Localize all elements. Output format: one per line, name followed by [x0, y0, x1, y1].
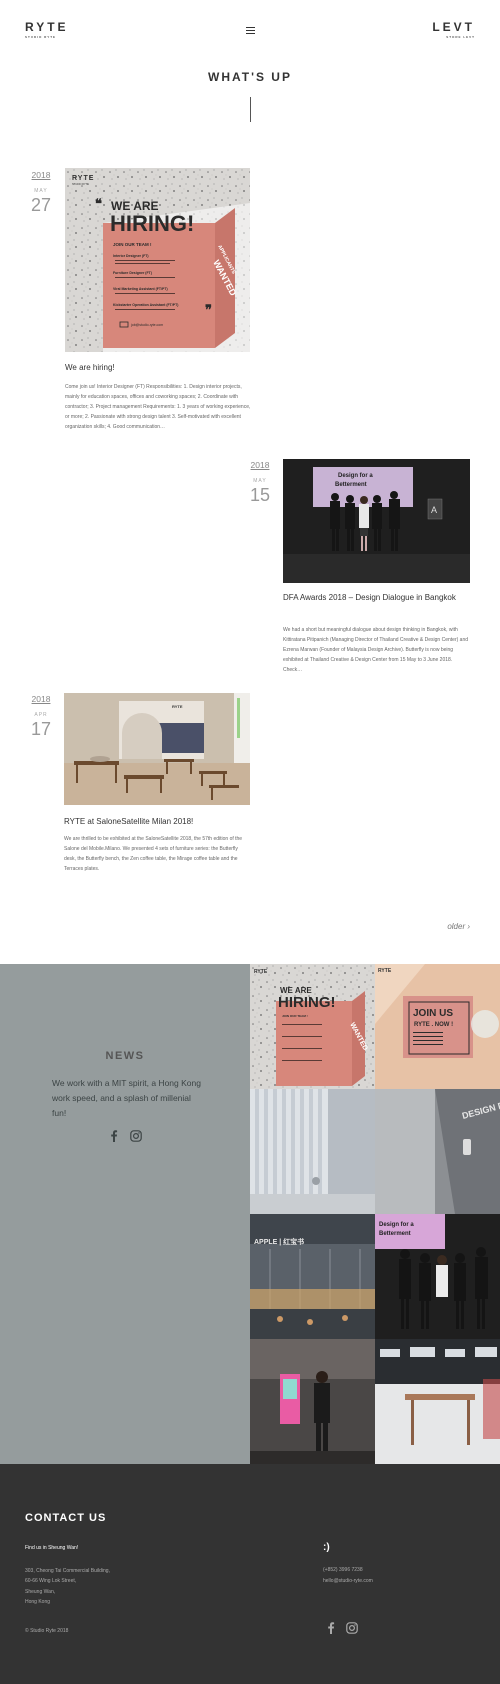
- address-line: 303, Cheong Tai Commercial Building,: [25, 1568, 110, 1574]
- svg-text:❞: ❞: [205, 302, 212, 317]
- grid-hiring-team: JOIN OUR TEAM !: [282, 1014, 308, 1018]
- grid-dfa-screen-1: Design for a: [379, 1222, 414, 1228]
- post-date: 2018 APR 17: [27, 694, 55, 740]
- svg-text:❝: ❝: [95, 196, 102, 211]
- section-title: WHAT'S UP: [208, 70, 292, 84]
- post-month: MAY: [253, 478, 267, 484]
- hiring-email: job@studio-ryte.com: [130, 323, 163, 327]
- post-day: 15: [249, 485, 271, 505]
- copyright-text: © Studio Ryte 2018: [25, 1628, 69, 1634]
- post-image-dfa-awards[interactable]: Design for a Betterment A: [283, 459, 470, 583]
- older-posts-link[interactable]: older ›: [447, 922, 470, 931]
- post-image-hiring[interactable]: RYTE STUDIO RYTE ❝ WE ARE HIRING! JOIN O…: [65, 168, 250, 352]
- post-month: MAY: [34, 188, 48, 194]
- post-year-link[interactable]: 2018: [246, 460, 274, 470]
- post-year-link[interactable]: 2018: [27, 170, 55, 180]
- post-date: 2018 MAY 15: [246, 460, 274, 506]
- instagram-grid: RYTE WE ARE HIRING! JOIN OUR TEAM ! WANT…: [250, 964, 500, 1464]
- news-panel: [0, 964, 250, 1464]
- facebook-icon[interactable]: [110, 1130, 118, 1145]
- grid-join-1: JOIN US: [413, 1008, 453, 1019]
- grid-tile-apple-store[interactable]: APPLE | 红宝书: [250, 1214, 375, 1339]
- post-year-link[interactable]: 2018: [27, 694, 55, 704]
- levt-logo[interactable]: LEVT STORE LEVT: [432, 20, 475, 39]
- ryte-logo[interactable]: RYTE STUDIO RYTE: [25, 20, 69, 39]
- facebook-icon[interactable]: [327, 1622, 335, 1637]
- post-excerpt: Come join us! Interior Designer (FT) Res…: [65, 384, 251, 430]
- levt-logo-text: LEVT: [432, 20, 475, 34]
- grid-tile-design-domain[interactable]: DESIGN DOMAIN: [375, 1089, 500, 1214]
- phone-number[interactable]: (+852) 3996 7238: [323, 1567, 363, 1573]
- post-title[interactable]: RYTE at SaloneSatellite Milan 2018!: [64, 815, 250, 828]
- grid-tile-glass[interactable]: [250, 1089, 375, 1214]
- address-line: Sheung Wan,: [25, 1589, 56, 1595]
- email-link[interactable]: hello@studio-ryte.com: [323, 1578, 373, 1584]
- grid-tile-speaker[interactable]: [250, 1339, 375, 1464]
- instagram-icon[interactable]: [130, 1130, 142, 1145]
- ryte-logo-subtext: STUDIO RYTE: [25, 35, 57, 39]
- contact-title: CONTACT US: [25, 1512, 107, 1524]
- grid-apple-sign: APPLE | 红宝书: [254, 1237, 304, 1246]
- grid-hiring-headline-2: HIRING!: [278, 994, 336, 1011]
- hiring-brand: RYTE: [72, 175, 94, 182]
- grid-tile-exhibition[interactable]: [375, 1339, 500, 1464]
- grid-tile-dfa[interactable]: Design for a Betterment: [375, 1214, 500, 1339]
- hiring-role: Kickstarter Operation Assistant (FT/PT): [113, 303, 178, 307]
- post-title[interactable]: We are hiring!: [65, 361, 250, 374]
- hiring-role: Interior Designer (FT): [113, 254, 149, 258]
- dfa-screen-2: Betterment: [335, 482, 367, 488]
- post-excerpt: We are thrilled to be exhibited at the S…: [64, 836, 243, 872]
- grid-hiring-brand: RYTE: [254, 969, 268, 975]
- find-us-text: Find us in Sheung Wan!: [25, 1545, 79, 1551]
- news-text: We work with a MIT spirit, a Hong Kong w…: [52, 1078, 201, 1118]
- grid-join-brand: RYTE: [378, 968, 392, 974]
- grid-tile-join-us[interactable]: JOIN US RYTE . NOW ! RYTE: [375, 964, 500, 1089]
- dfa-screen-1: Design for a: [338, 473, 373, 479]
- ryte-logo-text: RYTE: [25, 20, 69, 34]
- post-day: 27: [30, 195, 52, 215]
- post-excerpt: We had a short but meaningful dialogue a…: [283, 627, 469, 673]
- hiring-role: Viral Marketing Assistant (FT/PT): [113, 287, 168, 291]
- hiring-team: JOIN OUR TEAM !: [113, 242, 152, 247]
- address-line: Hong Kong: [25, 1599, 51, 1605]
- hamburger-menu-icon[interactable]: [246, 27, 255, 35]
- svg-text:A: A: [431, 505, 437, 515]
- salone-sign: RYTE: [172, 704, 183, 709]
- address-line: 60-66 Wing Lok Street,: [25, 1578, 77, 1584]
- post-date: 2018 MAY 27: [27, 170, 55, 216]
- grid-dfa-screen-2: Betterment: [379, 1231, 411, 1237]
- post-month: APR: [34, 712, 48, 718]
- post-image-salone[interactable]: RYTE: [64, 693, 250, 805]
- hiring-brand-sub: STUDIO RYTE: [72, 183, 89, 186]
- grid-join-2: RYTE . NOW !: [414, 1022, 453, 1028]
- section-divider: [250, 97, 251, 122]
- hiring-role: Furniture Designer (FT): [113, 271, 152, 275]
- post-title[interactable]: DFA Awards 2018 – Design Dialogue in Ban…: [283, 591, 463, 604]
- post-day: 17: [30, 719, 52, 739]
- hiring-headline-2: HIRING!: [110, 211, 194, 236]
- levt-logo-subtext: STORE LEVT: [446, 35, 475, 39]
- site-header: RYTE STUDIO RYTE LEVT STORE LEVT: [0, 0, 500, 60]
- grid-tile-hiring[interactable]: RYTE WE ARE HIRING! JOIN OUR TEAM ! WANT…: [250, 964, 375, 1089]
- site-footer: [0, 1464, 500, 1684]
- instagram-icon[interactable]: [346, 1622, 358, 1637]
- smiley-text: :): [323, 1542, 330, 1553]
- news-title: NEWS: [105, 1050, 145, 1062]
